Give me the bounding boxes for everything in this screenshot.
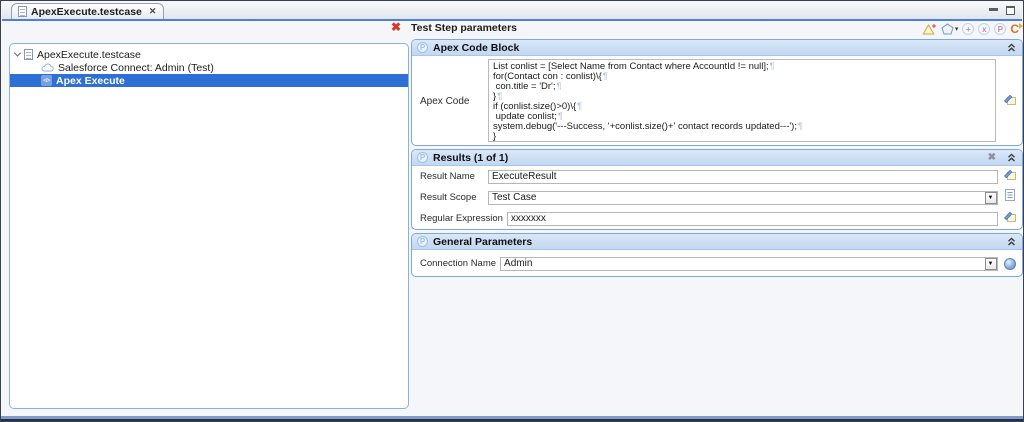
tag-dropdown-icon[interactable]: ▾	[941, 23, 959, 35]
refresh-c-icon[interactable]: C	[1010, 23, 1023, 35]
params-toolbar: ▾ + x P C	[922, 21, 1023, 37]
apex-section-header[interactable]: P Apex Code Block	[412, 40, 1022, 56]
collapse-section-icon[interactable]	[1007, 43, 1016, 52]
apex-code-label: Apex Code	[420, 96, 470, 107]
code-line: system.debug('---Success, '+conlist.size…	[493, 121, 804, 132]
collapse-section-icon[interactable]	[1007, 237, 1016, 246]
editor-tab[interactable]: ApexExecute.testcase ✕	[11, 3, 165, 19]
tree-item[interactable]: </> Apex Execute	[10, 74, 408, 87]
tree-item[interactable]: ApexExecute.testcase	[10, 48, 408, 61]
pilcrow-mark: ¶	[602, 71, 608, 82]
active-tab-underline	[2, 19, 1022, 21]
testcase-file-icon	[24, 49, 33, 60]
provar-section-icon: P	[417, 152, 428, 163]
pilcrow-mark: ¶	[797, 121, 804, 132]
code-line: for(Contact con : conlist)\{¶	[493, 71, 608, 82]
results-section-header[interactable]: P Results (1 of 1) ✖	[412, 150, 1022, 166]
tab-close-icon[interactable]: ✕	[149, 6, 157, 17]
text-assist-icon[interactable]	[1003, 209, 1017, 228]
regular-expression-label: Regular Expression	[420, 213, 503, 224]
salesforce-cloud-icon	[41, 63, 54, 72]
tree-item-label: Salesforce Connect: Admin (Test)	[58, 61, 214, 74]
connection-icon[interactable]	[1004, 257, 1016, 270]
apex-section-body: Apex Code List conlist = [Select Name fr…	[412, 56, 1022, 145]
connection-name-dropdown[interactable]: Admin ▼	[500, 256, 998, 271]
window-bottom-edge	[1, 416, 1023, 421]
apex-section-title: Apex Code Block	[433, 41, 520, 54]
apex-code-editor[interactable]: List conlist = [Select Name from Contact…	[488, 59, 996, 142]
dropdown-arrow-icon[interactable]: ▼	[984, 257, 997, 270]
regular-expression-input[interactable]	[506, 211, 998, 226]
variable-circle-icon[interactable]: x	[978, 23, 991, 35]
results-section-title: Results (1 of 1)	[433, 151, 509, 164]
panel-title: Test Step parameters	[411, 22, 518, 34]
result-scope-dropdown[interactable]: Test Case ▼	[488, 190, 998, 205]
provar-section-icon: P	[417, 42, 428, 53]
apex-code-block-section: P Apex Code Block Apex Code List conlist…	[411, 39, 1023, 146]
tree-item-label: ApexExecute.testcase	[37, 48, 141, 61]
tree-item[interactable]: Salesforce Connect: Admin (Test)	[10, 61, 408, 74]
parameter-circle-icon[interactable]: P	[994, 23, 1007, 35]
minimize-view-icon[interactable]	[989, 8, 998, 11]
tree-item-label: Apex Execute	[56, 74, 125, 87]
connection-name-label: Connection Name	[420, 258, 497, 269]
connection-name-row: Connection Name Admin ▼	[412, 253, 1022, 274]
app-window: ApexExecute.testcase ✕ ApexExecute.testc…	[0, 0, 1024, 422]
text-assist-icon[interactable]	[1003, 167, 1017, 186]
regular-expression-row: Regular Expression	[412, 208, 1022, 229]
general-parameters-section: P General Parameters Connection Name Adm…	[411, 233, 1023, 277]
value-list-icon[interactable]	[1004, 188, 1016, 207]
connection-name-value: Admin	[504, 258, 533, 269]
pilcrow-mark: ¶	[556, 81, 562, 92]
add-circle-icon[interactable]: +	[962, 23, 975, 35]
testcase-tree: ApexExecute.testcase Salesforce Connect: …	[10, 44, 408, 87]
result-scope-value: Test Case	[492, 192, 537, 203]
provar-section-icon: P	[417, 236, 428, 247]
code-line: if (conlist.size()>0)\{¶	[493, 101, 583, 112]
editor-tab-bar: ApexExecute.testcase ✕	[2, 2, 1022, 19]
result-scope-label: Result Scope	[420, 192, 477, 203]
view-window-controls	[989, 6, 1015, 15]
code-line: con.title = 'Dr';¶	[493, 81, 562, 92]
delete-result-icon[interactable]: ✖	[988, 152, 996, 163]
collapse-section-icon[interactable]	[1007, 153, 1016, 162]
dropdown-arrow-icon[interactable]: ▼	[984, 191, 997, 204]
delete-test-step-icon[interactable]: ✖	[391, 20, 401, 34]
result-name-input[interactable]	[488, 169, 998, 184]
general-section-header[interactable]: P General Parameters	[412, 234, 1022, 250]
tab-title: ApexExecute.testcase	[31, 5, 142, 18]
code-line: }	[493, 131, 497, 142]
result-name-row: Result Name	[412, 166, 1022, 187]
result-scope-row: Result Scope Test Case ▼	[412, 187, 1022, 208]
testcase-file-icon	[18, 6, 27, 17]
maximize-view-icon[interactable]	[1006, 6, 1015, 15]
apex-code-icon: </>	[41, 75, 52, 86]
testcase-tree-panel: ApexExecute.testcase Salesforce Connect: …	[9, 43, 409, 409]
text-assist-icon[interactable]	[1003, 92, 1017, 111]
pilcrow-mark: ¶	[769, 61, 775, 72]
results-section: P Results (1 of 1) ✖ Result Name Result …	[411, 149, 1023, 230]
dropdown-caret-icon: ▾	[954, 26, 959, 33]
expander-chevron-icon[interactable]	[13, 49, 22, 57]
pilcrow-mark: ¶	[577, 101, 583, 112]
result-name-label: Result Name	[420, 171, 475, 182]
add-alert-icon[interactable]	[922, 23, 937, 36]
general-section-title: General Parameters	[433, 235, 533, 248]
